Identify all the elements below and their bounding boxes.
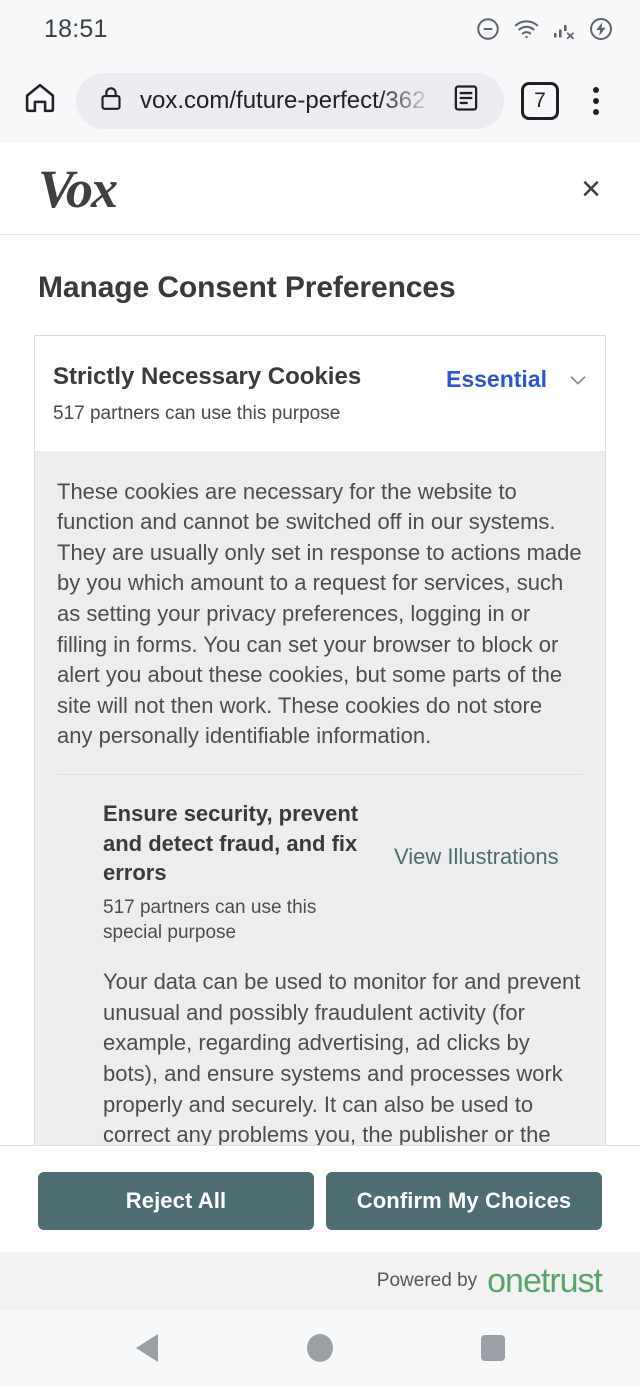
confirm-my-choices-button[interactable]: Confirm My Choices [326,1172,602,1230]
nav-back-button[interactable] [115,1316,179,1380]
special-purpose-section: Ensure security, prevent and detect frau… [57,775,583,1145]
powered-by-onetrust: Powered by onetrust [0,1252,640,1310]
status-bar-clock: 18:51 [44,15,108,44]
onetrust-logo: onetrust [487,1264,602,1298]
special-purpose-title: Ensure security, prevent and detect frau… [103,799,378,888]
reader-mode-icon [450,82,482,119]
special-purpose-partner-count: 517 partners can use this special purpos… [103,896,378,945]
cookie-category-card: Strictly Necessary Cookies 517 partners … [34,335,606,1145]
overflow-menu-icon [593,87,599,115]
reject-all-button[interactable]: Reject All [38,1172,314,1230]
view-illustrations-link[interactable]: View Illustrations [394,799,559,872]
status-bar-icons [475,16,614,42]
vox-logo: Vox [38,162,116,216]
consent-footer: Reject All Confirm My Choices [0,1145,640,1252]
nav-recents-button[interactable] [461,1316,525,1380]
category-body: These cookies are necessary for the webs… [35,451,605,1145]
browser-menu-button[interactable] [570,75,622,127]
powered-by-label: Powered by [377,1270,477,1292]
wifi-icon [513,16,540,42]
category-title: Strictly Necessary Cookies [53,362,361,392]
home-button[interactable] [14,75,66,127]
category-partner-count: 517 partners can use this purpose [53,402,361,427]
device-screen: 18:51 [0,0,640,1386]
reader-mode-button[interactable] [440,75,492,127]
do-not-disturb-icon [475,16,501,42]
android-status-bar: 18:51 [0,0,640,58]
essential-badge: Essential [446,366,547,393]
consent-header: Vox × [0,143,640,235]
tab-count-badge: 7 [521,82,559,120]
page-title: Manage Consent Preferences [0,235,640,335]
home-icon [22,80,58,121]
home-circle-icon [307,1334,333,1362]
lock-icon [96,83,126,118]
tab-switcher-button[interactable]: 7 [514,75,566,127]
url-text: vox.com/future-perfect/362 [140,87,426,115]
category-header[interactable]: Strictly Necessary Cookies 517 partners … [35,336,605,451]
close-button[interactable]: × [568,166,614,212]
back-icon [136,1334,158,1362]
recents-icon [481,1335,505,1361]
consent-preference-center: Vox × Manage Consent Preferences Strictl… [0,143,640,1310]
battery-saver-icon [588,16,614,42]
nav-home-button[interactable] [288,1316,352,1380]
special-purpose-description: Your data can be used to monitor for and… [103,967,583,1145]
cellular-no-sim-icon [552,16,576,42]
category-description: These cookies are necessary for the webs… [57,477,583,752]
consent-scroll-area[interactable]: Strictly Necessary Cookies 517 partners … [0,335,640,1145]
android-navigation-bar [0,1310,640,1386]
browser-toolbar: vox.com/future-perfect/362 7 [0,58,640,143]
chevron-down-icon[interactable] [567,369,589,391]
omnibox[interactable]: vox.com/future-perfect/362 [76,73,504,129]
